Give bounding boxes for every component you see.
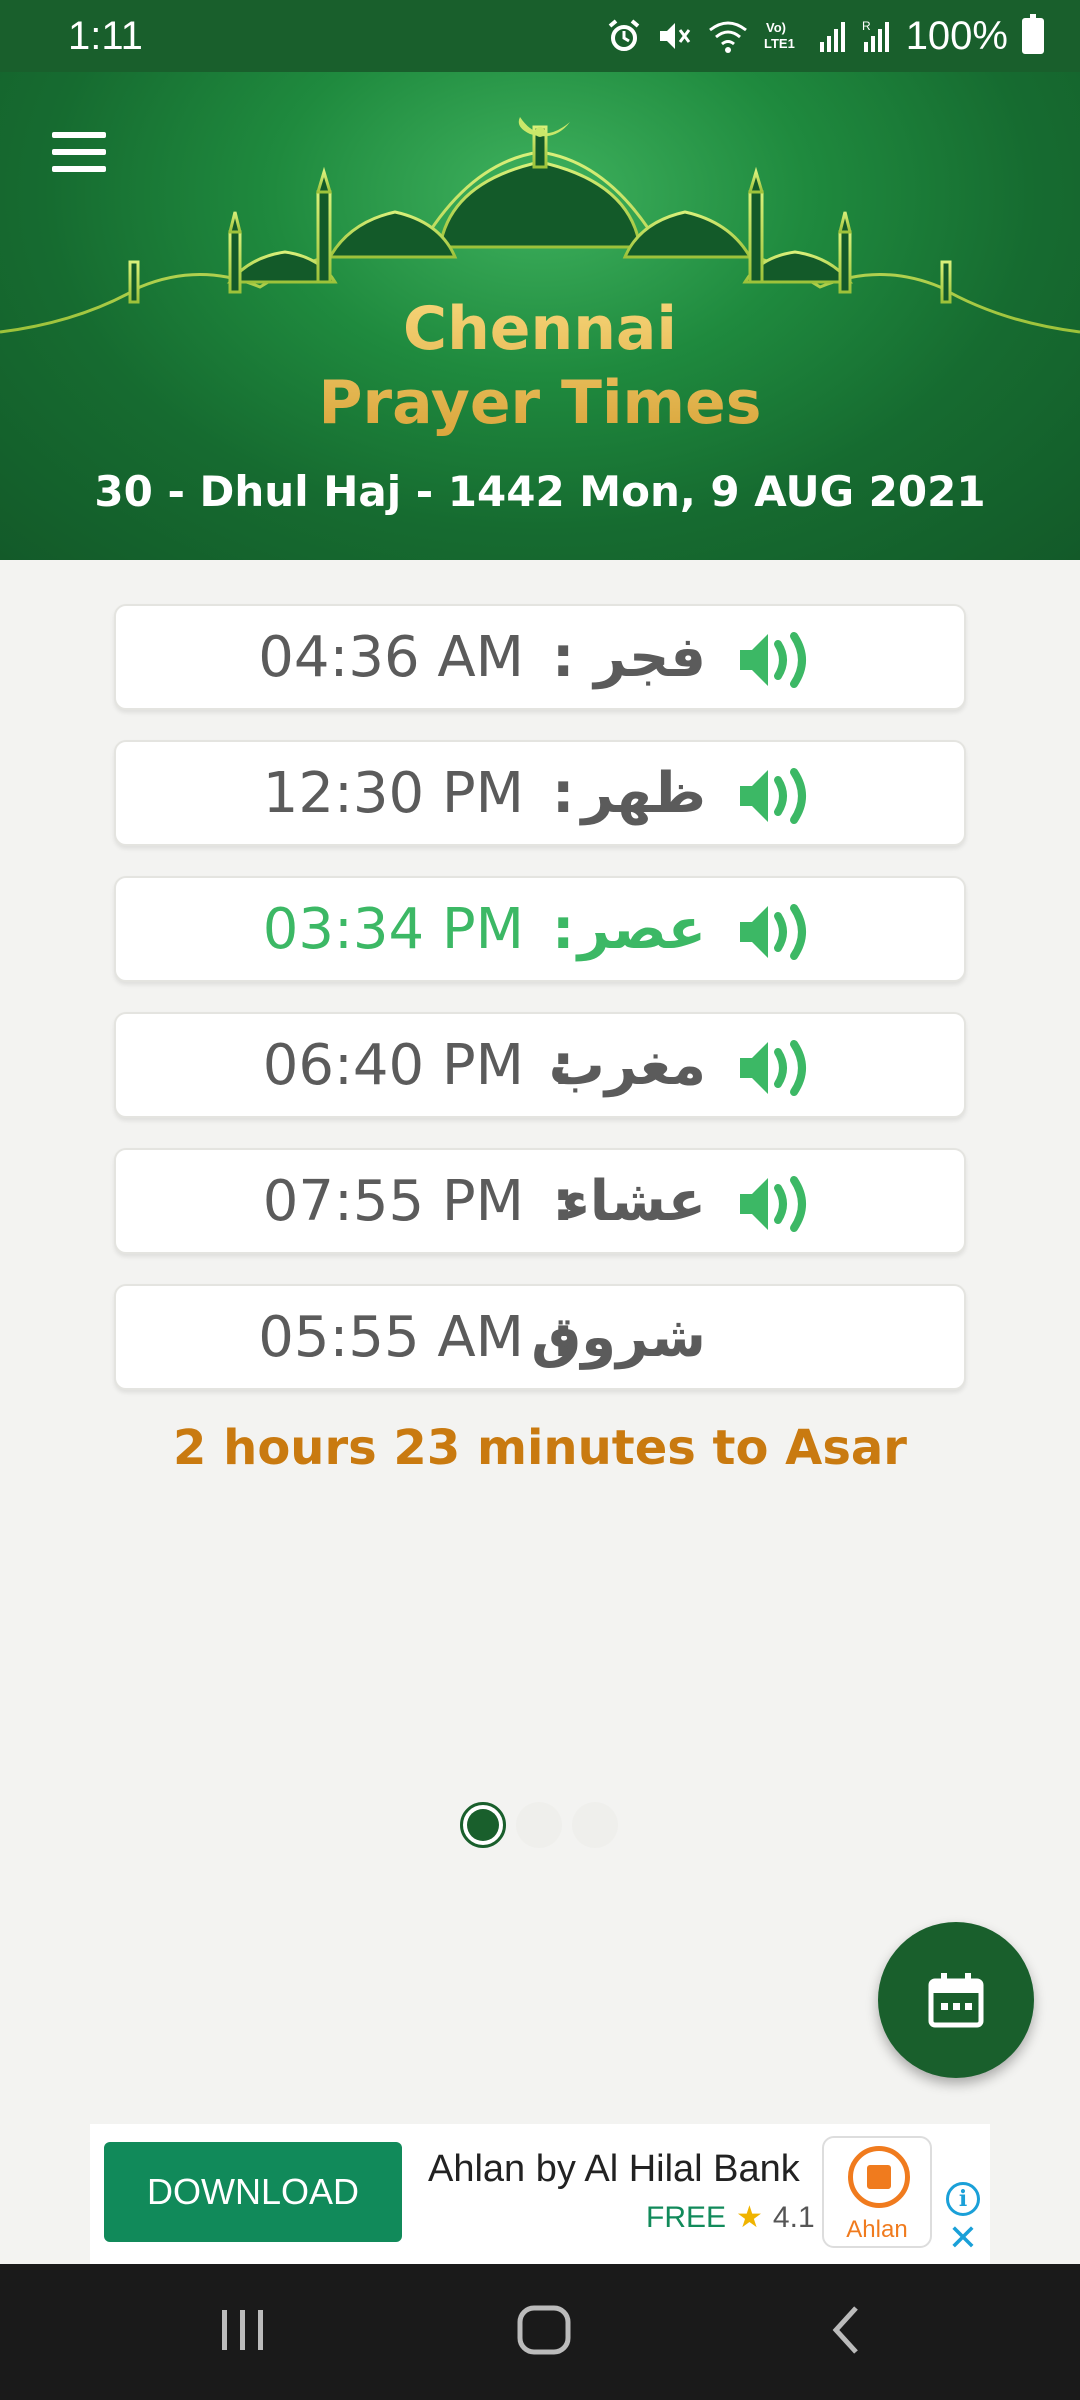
prayer-name: عصر xyxy=(577,896,706,962)
ad-info-icon[interactable]: i xyxy=(946,2182,980,2216)
alarm-icon xyxy=(608,19,639,51)
prayer-card-fajr: 04:36 AM : فجر xyxy=(114,604,966,710)
ad-logo-text: Ahlan xyxy=(846,2216,908,2243)
menu-line xyxy=(52,149,106,155)
svg-text:LTE1: LTE1 xyxy=(764,36,795,51)
menu-line xyxy=(52,166,106,172)
status-time: 1:11 xyxy=(68,13,143,58)
system-nav-bar xyxy=(0,2264,1080,2400)
ad-app-logo[interactable]: Ahlan xyxy=(822,2136,932,2248)
ad-title[interactable]: Ahlan by Al Hilal Bank xyxy=(428,2148,800,2191)
status-icons: Vo) LTE1 R 100% xyxy=(606,14,1044,59)
signal-roaming-icon: R xyxy=(862,19,889,52)
signal-icon xyxy=(819,22,845,52)
app-title: Chennai Prayer Times xyxy=(0,292,1080,440)
prayer-separator: : xyxy=(552,624,575,690)
prayer-name: فجر xyxy=(594,624,706,690)
app-title-line1: Chennai xyxy=(403,294,677,364)
page-dot[interactable] xyxy=(516,1802,562,1848)
prayer-list: 04:36 AM : فجر 12:30 PM : ظهر 03:34 PM :… xyxy=(114,604,966,1420)
ad-meta: FREE ★ 4.1 xyxy=(646,2200,815,2235)
ad-logo-icon xyxy=(848,2146,910,2208)
ad-close-icon[interactable]: ✕ xyxy=(946,2221,980,2257)
prayer-time: 05:55 AM xyxy=(258,1304,524,1370)
page-indicator xyxy=(460,1802,618,1848)
back-icon[interactable] xyxy=(826,2300,866,2360)
speaker-icon[interactable] xyxy=(738,902,820,962)
header: Chennai Prayer Times 30 - Dhul Haj - 144… xyxy=(0,72,1080,560)
prayer-name: مغرب xyxy=(548,1032,706,1098)
calendar-button[interactable] xyxy=(878,1922,1034,2078)
recent-apps-icon[interactable] xyxy=(218,2300,268,2360)
star-icon: ★ xyxy=(736,2201,763,2234)
prayer-separator: : xyxy=(552,896,575,962)
prayer-name: عشاء xyxy=(561,1168,706,1234)
prayer-time: 03:34 PM xyxy=(262,896,524,962)
svg-text:Vo): Vo) xyxy=(766,20,786,35)
status-bar: 1:11 Vo) LTE1 R 100% xyxy=(0,0,1080,72)
ad-download-button[interactable]: DOWNLOAD xyxy=(104,2142,402,2242)
home-icon[interactable] xyxy=(516,2300,572,2360)
volte-icon: Vo)LTE1 xyxy=(764,20,795,51)
calendar-icon xyxy=(928,1973,984,2028)
menu-button[interactable] xyxy=(52,132,106,176)
menu-line xyxy=(52,132,106,138)
prayer-card-isha: 07:55 PM : عشاء xyxy=(114,1148,966,1254)
prayer-name: شروق xyxy=(531,1304,706,1370)
date-row: 30 - Dhul Haj - 1442 Mon, 9 AUG 2021 xyxy=(0,467,1080,516)
gregorian-date: Mon, 9 AUG 2021 xyxy=(579,467,986,516)
ad-rating: 4.1 xyxy=(772,2200,815,2234)
next-prayer-countdown: 2 hours 23 minutes to Asar xyxy=(173,1420,907,1476)
page-dot-active[interactable] xyxy=(460,1802,506,1848)
app-title-line2: Prayer Times xyxy=(318,368,762,438)
battery-icon xyxy=(1022,14,1044,54)
battery-percent: 100% xyxy=(905,13,1008,58)
speaker-icon[interactable] xyxy=(738,1038,820,1098)
prayer-time: 12:30 PM xyxy=(262,760,524,826)
speaker-icon[interactable] xyxy=(738,766,820,826)
ad-banner[interactable]: DOWNLOAD Ahlan by Al Hilal Bank FREE ★ 4… xyxy=(90,2124,990,2264)
prayer-card-dhuhr: 12:30 PM : ظهر xyxy=(114,740,966,846)
speaker-icon[interactable] xyxy=(738,630,820,690)
ad-price: FREE xyxy=(646,2200,727,2234)
prayer-separator: : xyxy=(552,760,575,826)
mute-icon xyxy=(659,23,690,49)
prayer-card-asr: 03:34 PM : عصر xyxy=(114,876,966,982)
svg-text:R: R xyxy=(862,19,871,33)
prayer-card-sunrise: 05:55 AM : شروق xyxy=(114,1284,966,1390)
page-dot[interactable] xyxy=(572,1802,618,1848)
prayer-time: 04:36 AM xyxy=(258,624,524,690)
prayer-time: 06:40 PM xyxy=(262,1032,524,1098)
prayer-name: ظهر xyxy=(581,760,706,826)
prayer-card-maghrib: 06:40 PM : مغرب xyxy=(114,1012,966,1118)
prayer-time: 07:55 PM xyxy=(262,1168,524,1234)
wifi-icon xyxy=(708,21,747,53)
speaker-icon[interactable] xyxy=(738,1174,820,1234)
hijri-date: 30 - Dhul Haj - 1442 xyxy=(94,467,565,516)
